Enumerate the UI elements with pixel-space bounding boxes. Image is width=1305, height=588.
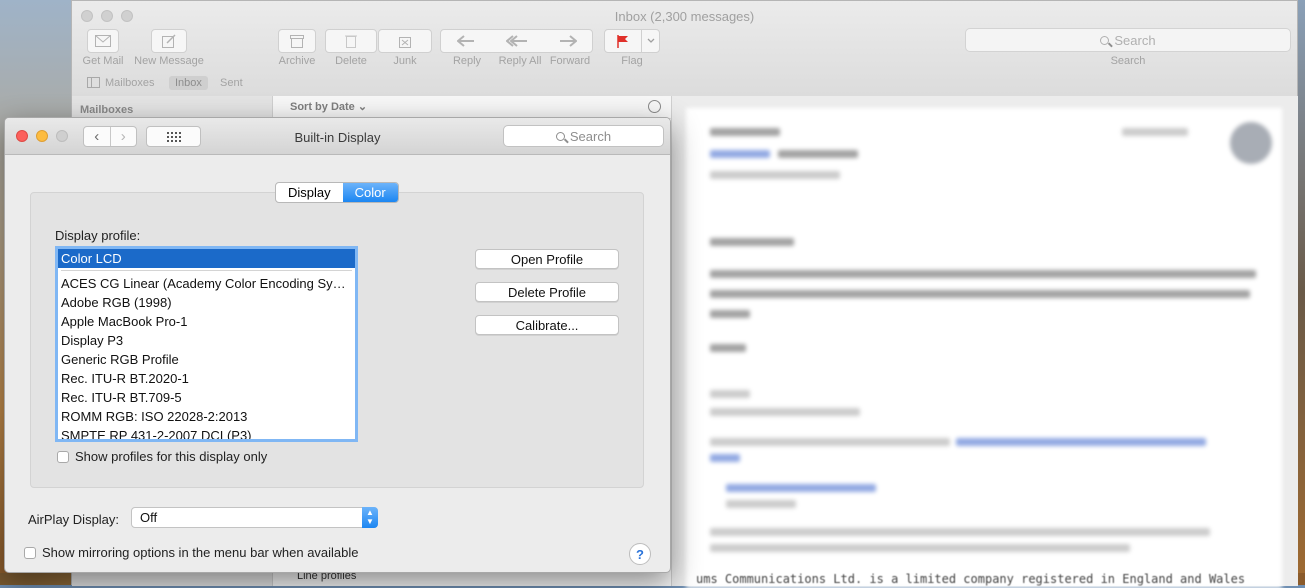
- sender-avatar: [1230, 122, 1272, 164]
- get-mail-label: Get Mail: [82, 55, 124, 67]
- delete-label: Delete: [335, 55, 367, 67]
- mailboxes-header: Mailboxes: [80, 104, 134, 116]
- list-item-selected[interactable]: Color LCD: [58, 249, 355, 268]
- delete-profile-button[interactable]: Delete Profile: [475, 282, 619, 302]
- flag-button[interactable]: [604, 29, 660, 53]
- reply-label: Reply: [452, 55, 482, 67]
- mail-toolbar: Inbox (2,300 messages) Get Mail New Mess…: [72, 1, 1297, 97]
- list-item[interactable]: ACES CG Linear (Academy Color Encoding S…: [58, 274, 355, 293]
- list-item[interactable]: SMPTE RP 431-2-2007 DCI (P3): [58, 426, 355, 439]
- open-profile-button[interactable]: Open Profile: [475, 249, 619, 269]
- list-item[interactable]: ROMM RGB: ISO 22028-2:2013: [58, 407, 355, 426]
- filter-icon[interactable]: [648, 100, 661, 113]
- search-label: Search: [1110, 55, 1146, 67]
- list-item[interactable]: Rec. ITU-R BT.2020-1: [58, 369, 355, 388]
- search-icon: [1100, 35, 1110, 45]
- mail-search-placeholder: Search: [1114, 32, 1156, 48]
- preview-footer-text: ums Communications Ltd. is a limited com…: [696, 572, 1246, 586]
- list-separator: [61, 270, 352, 271]
- airplay-display-label: AirPlay Display:: [28, 512, 120, 527]
- list-item[interactable]: Display P3: [58, 331, 355, 350]
- sort-label: Sort by Date: [290, 101, 355, 113]
- new-message-button[interactable]: [151, 29, 187, 53]
- prefs-search-placeholder: Search: [569, 128, 612, 144]
- question-mark-icon: ?: [636, 546, 644, 562]
- trash-icon: [345, 35, 357, 48]
- mail-search-field[interactable]: Search: [965, 28, 1291, 52]
- mirroring-options-checkbox[interactable]: Show mirroring options in the menu bar w…: [24, 545, 359, 560]
- prefs-titlebar: ‹ › Built-in Display Search: [5, 118, 670, 155]
- mail-window-title: Inbox (2,300 messages): [614, 9, 755, 24]
- desktop-background-right: [1297, 0, 1305, 585]
- display-profile-list[interactable]: Color LCD ACES CG Linear (Academy Color …: [55, 246, 358, 442]
- show-profiles-checkbox[interactable]: Show profiles for this display only: [57, 449, 267, 464]
- sidebar-toggle-icon[interactable]: [87, 77, 100, 91]
- tab-display[interactable]: Display: [276, 183, 343, 202]
- forward-icon[interactable]: [559, 35, 577, 47]
- blurred-message: [686, 108, 1282, 588]
- tab-color[interactable]: Color: [342, 183, 398, 202]
- sort-bar: Sort by Date ⌄: [273, 96, 671, 119]
- favorites-mailboxes[interactable]: Mailboxes: [105, 77, 155, 89]
- list-item[interactable]: Apple MacBook Pro-1: [58, 312, 355, 331]
- favorites-inbox[interactable]: Inbox: [169, 76, 208, 90]
- prefs-search-field[interactable]: Search: [503, 125, 664, 147]
- get-mail-button[interactable]: [87, 29, 119, 53]
- search-icon: [555, 131, 565, 141]
- list-item[interactable]: Adobe RGB (1998): [58, 293, 355, 312]
- favorites-sent[interactable]: Sent: [220, 77, 243, 89]
- airplay-display-select[interactable]: Off ▲ ▼: [131, 507, 378, 528]
- reply-all-label: Reply All: [498, 55, 542, 67]
- message-preview: ums Communications Ltd. is a limited com…: [672, 96, 1298, 588]
- archive-label: Archive: [278, 55, 316, 67]
- chevron-down-icon[interactable]: [647, 38, 655, 44]
- airplay-display-value: Off: [140, 510, 158, 525]
- envelope-icon: [95, 35, 111, 47]
- up-down-chevron-icon: ▲ ▼: [362, 507, 378, 528]
- tab-bar: Display Color: [275, 182, 399, 203]
- display-preferences-window: ‹ › Built-in Display Search Display Colo…: [4, 117, 671, 573]
- reply-group: [440, 29, 593, 53]
- new-message-label: New Message: [134, 55, 204, 67]
- checkbox-unchecked[interactable]: [24, 546, 36, 559]
- display-profile-label: Display profile:: [55, 228, 141, 243]
- reply-all-icon[interactable]: [505, 35, 528, 47]
- junk-button[interactable]: [378, 29, 432, 53]
- help-button[interactable]: ?: [629, 543, 651, 565]
- flag-menu-divider: [641, 30, 642, 52]
- archive-icon: [290, 34, 304, 48]
- junk-icon: [399, 37, 411, 48]
- reply-icon[interactable]: [456, 35, 475, 47]
- flag-label: Flag: [621, 55, 643, 67]
- archive-button[interactable]: [278, 29, 316, 53]
- sort-by-date-menu[interactable]: Sort by Date ⌄: [290, 100, 367, 113]
- show-profiles-label: Show profiles for this display only: [75, 449, 268, 464]
- compose-icon: [162, 34, 176, 48]
- flag-icon: [617, 34, 628, 48]
- mirroring-options-label: Show mirroring options in the menu bar w…: [42, 545, 359, 560]
- checkbox-unchecked[interactable]: [57, 450, 69, 463]
- favorites-bar: Mailboxes Inbox Sent: [72, 73, 1297, 95]
- list-item[interactable]: Rec. ITU-R BT.709-5: [58, 388, 355, 407]
- calibrate-button[interactable]: Calibrate...: [475, 315, 619, 335]
- list-item[interactable]: Generic RGB Profile: [58, 350, 355, 369]
- delete-button[interactable]: [325, 29, 377, 53]
- junk-label: Junk: [393, 55, 417, 67]
- forward-label: Forward: [549, 55, 591, 67]
